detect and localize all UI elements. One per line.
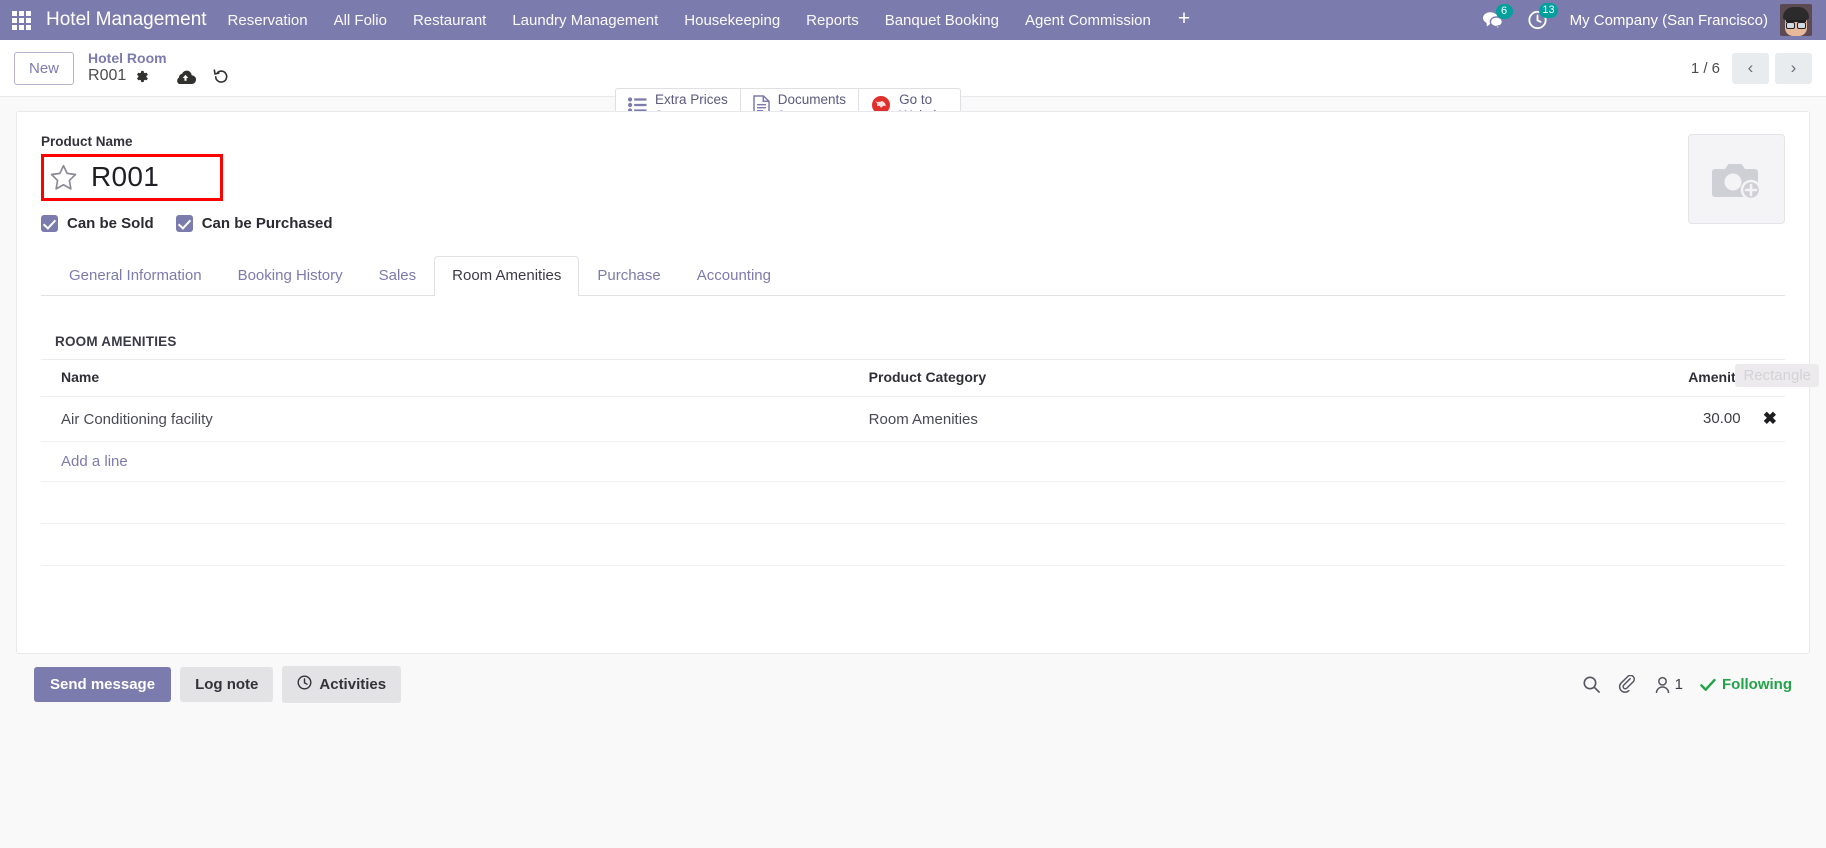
app-brand-title[interactable]: Hotel Management <box>42 9 215 31</box>
cell-amenity-rate[interactable]: 30.00 ✖ <box>1558 397 1785 442</box>
menu-item-banquet-booking[interactable]: Banquet Booking <box>872 2 1012 39</box>
amenities-table: Name Product Category Amenity rate Recta… <box>41 359 1785 566</box>
chatter-toolbar: Send message Log note Activities <box>16 654 1810 703</box>
tab-purchase[interactable]: Purchase <box>579 256 678 295</box>
tab-room-amenities[interactable]: Room Amenities <box>434 256 579 296</box>
save-record-icon[interactable] <box>175 69 196 85</box>
breadcrumb-current-record: R001 <box>88 67 126 86</box>
table-row[interactable]: Air Conditioning facility Room Amenities… <box>41 397 1785 442</box>
form-view-container: Product Name R001 Can be Sold <box>0 97 1826 848</box>
checkbox-can-be-sold-label: Can be Sold <box>67 215 154 232</box>
column-header-name[interactable]: Name <box>41 360 861 397</box>
menu-item-all-folio[interactable]: All Folio <box>321 2 400 39</box>
activities-button-footer[interactable]: Activities <box>282 666 401 703</box>
checkbox-can-be-sold-box[interactable] <box>41 215 58 232</box>
send-message-button[interactable]: Send message <box>34 667 171 702</box>
navbar-right-group: 6 13 My Company (San Francisco) <box>1474 4 1818 36</box>
record-sheet: Product Name R001 Can be Sold <box>16 111 1810 654</box>
control-panel: New Hotel Room R001 <box>0 40 1826 97</box>
tab-booking-history[interactable]: Booking History <box>220 256 361 295</box>
sheet-wrapper: Product Name R001 Can be Sold <box>16 111 1810 654</box>
product-name-label: Product Name <box>41 134 1785 149</box>
checkbox-can-be-sold[interactable]: Can be Sold <box>41 215 154 232</box>
product-image-placeholder[interactable] <box>1688 134 1785 224</box>
menu-item-restaurant[interactable]: Restaurant <box>400 2 499 39</box>
menu-item-housekeeping[interactable]: Housekeeping <box>671 2 793 39</box>
product-name-row: R001 <box>41 154 1785 201</box>
stat-label-documents: Documents <box>778 92 846 107</box>
column-header-product-category[interactable]: Product Category <box>861 360 1559 397</box>
breadcrumb-parent-link[interactable]: Hotel Room <box>88 50 230 67</box>
user-icon <box>1654 676 1671 694</box>
following-label: Following <box>1722 676 1792 693</box>
breadcrumb: Hotel Room R001 <box>88 50 230 86</box>
apps-menu-icon[interactable] <box>0 0 42 40</box>
tab-accounting[interactable]: Accounting <box>679 256 789 295</box>
check-icon <box>1700 678 1716 692</box>
discard-changes-icon[interactable] <box>212 68 230 85</box>
menu-item-agent-commission[interactable]: Agent Commission <box>1012 2 1164 39</box>
avatar-hair <box>1783 7 1809 20</box>
avatar-glasses <box>1786 20 1806 26</box>
pager-count: 1 / 6 <box>1691 60 1720 77</box>
tab-general-information[interactable]: General Information <box>51 256 220 295</box>
pager-next-button[interactable]: › <box>1775 53 1812 84</box>
product-flags: Can be Sold Can be Purchased <box>41 215 1785 232</box>
log-note-button[interactable]: Log note <box>180 667 273 702</box>
menu-item-reservation[interactable]: Reservation <box>215 2 321 39</box>
main-menu: Reservation All Folio Restaurant Laundry… <box>215 2 1205 39</box>
checkbox-can-be-purchased[interactable]: Can be Purchased <box>176 215 333 232</box>
empty-row-2 <box>41 524 1785 566</box>
add-menu-icon[interactable]: + <box>1164 4 1204 36</box>
empty-row-1 <box>41 482 1785 524</box>
followers-button[interactable]: 1 <box>1654 676 1683 694</box>
company-switcher[interactable]: My Company (San Francisco) <box>1564 12 1778 29</box>
add-line-row: Add a line <box>41 442 1785 482</box>
messages-button[interactable]: 6 <box>1474 11 1517 30</box>
clock-icon <box>297 675 312 694</box>
activities-button-label: Activities <box>319 676 386 693</box>
followers-count: 1 <box>1675 676 1683 693</box>
tab-sales[interactable]: Sales <box>361 256 435 295</box>
gear-icon[interactable] <box>134 69 149 84</box>
chatter-status-group: 1 Following <box>1582 675 1792 694</box>
checkbox-can-be-purchased-box[interactable] <box>176 215 193 232</box>
delete-row-icon[interactable]: ✖ <box>1763 409 1777 429</box>
messages-badge: 6 <box>1496 4 1513 19</box>
amenities-section-title: ROOM AMENITIES <box>55 334 1785 349</box>
column-header-amenity-rate-text: Amenity rate <box>1688 369 1773 385</box>
website-button-line1: Go to <box>899 92 932 107</box>
user-avatar[interactable] <box>1780 4 1812 36</box>
menu-item-reports[interactable]: Reports <box>793 2 872 39</box>
column-header-amenity-rate[interactable]: Amenity rate Rectangle <box>1558 360 1785 397</box>
record-actions <box>175 68 230 85</box>
new-record-button[interactable]: New <box>14 52 74 85</box>
activities-button[interactable]: 13 <box>1519 10 1562 30</box>
paperclip-icon[interactable] <box>1618 675 1637 694</box>
amenities-table-wrapper: Name Product Category Amenity rate Recta… <box>41 359 1785 566</box>
record-pager: 1 / 6 ‹ › <box>1691 53 1812 84</box>
stat-label-extra-prices: Extra Prices <box>655 92 728 107</box>
activities-badge: 13 <box>1539 3 1557 18</box>
cell-amenity-name[interactable]: Air Conditioning facility <box>41 397 861 442</box>
top-navbar: Hotel Management Reservation All Folio R… <box>0 0 1826 40</box>
checkbox-can-be-purchased-label: Can be Purchased <box>202 215 333 232</box>
add-photo-icon <box>1711 157 1763 201</box>
notebook-tabs: General Information Booking History Sale… <box>41 256 1785 296</box>
following-status[interactable]: Following <box>1700 676 1792 693</box>
pager-previous-button[interactable]: ‹ <box>1732 53 1769 84</box>
search-icon[interactable] <box>1582 675 1601 694</box>
table-header-row: Name Product Category Amenity rate Recta… <box>41 360 1785 397</box>
product-name-field-highlight[interactable]: R001 <box>41 154 223 201</box>
star-icon[interactable] <box>50 164 77 190</box>
cell-amenity-rate-value: 30.00 <box>1703 410 1741 427</box>
add-a-line-button[interactable]: Add a line <box>41 442 136 481</box>
menu-item-laundry-management[interactable]: Laundry Management <box>499 2 671 39</box>
cell-product-category[interactable]: Room Amenities <box>861 397 1559 442</box>
product-name-value[interactable]: R001 <box>91 163 159 191</box>
